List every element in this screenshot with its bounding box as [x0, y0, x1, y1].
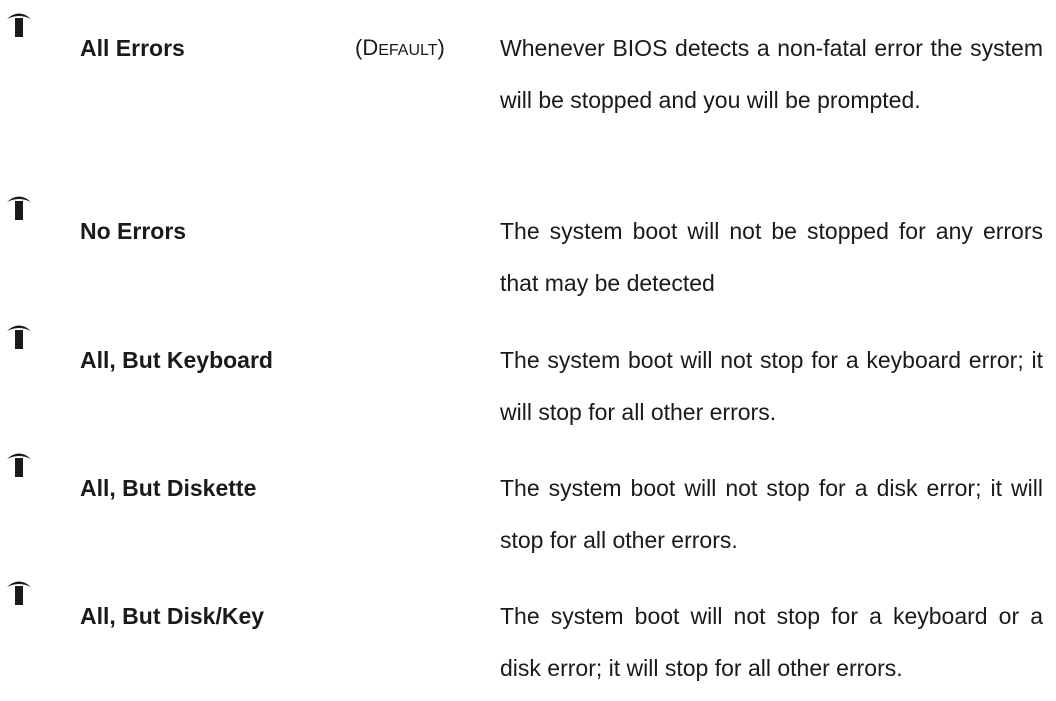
option-label: All Errors — [80, 35, 185, 61]
arrow-up-bullet-icon — [7, 196, 31, 220]
option-description: Whenever BIOS detects a non-fatal error … — [500, 35, 1043, 113]
option-label: No Errors — [80, 218, 187, 244]
option-label: All, But Keyboard — [80, 347, 273, 373]
arrow-up-bullet-icon — [7, 453, 31, 477]
option-label: All, But Disk/Key — [80, 603, 265, 629]
option-description: The system boot will not stop for a keyb… — [500, 347, 1043, 425]
option-description: The system boot will not be stopped for … — [500, 218, 1043, 296]
default-tag: (DEFAULT) — [355, 35, 445, 60]
option-description: The system boot will not stop for a disk… — [500, 475, 1043, 553]
arrow-up-bullet-icon — [7, 13, 31, 37]
option-description: The system boot will not stop for a keyb… — [500, 603, 1043, 681]
arrow-up-bullet-icon — [7, 581, 31, 605]
option-label: All, But Diskette — [80, 475, 257, 501]
arrow-up-bullet-icon — [7, 325, 31, 349]
